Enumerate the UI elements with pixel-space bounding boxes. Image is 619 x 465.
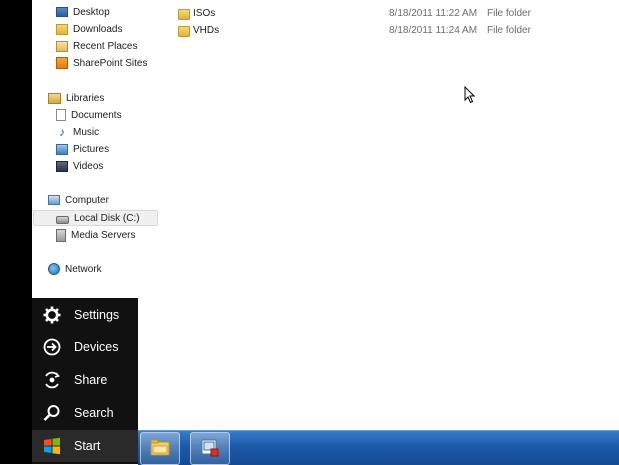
nav-item-pictures[interactable]: Pictures [56, 142, 109, 158]
file-type: File folder [487, 8, 531, 19]
nav-item-network[interactable]: Network [48, 262, 102, 278]
file-row[interactable]: ISOs 8/18/2011 11:22 AM File folder [178, 6, 558, 22]
charm-search[interactable]: Search [32, 397, 138, 429]
charm-share[interactable]: Share [32, 364, 138, 396]
mouse-cursor-icon [464, 86, 476, 104]
videos-icon [56, 160, 68, 172]
documents-icon [56, 109, 66, 121]
gear-icon [43, 306, 61, 324]
file-row[interactable]: VHDs 8/18/2011 11:24 AM File folder [178, 23, 558, 39]
search-icon [43, 405, 60, 421]
charm-settings[interactable]: Settings [32, 299, 138, 331]
remote-desktop-icon [201, 439, 219, 457]
network-icon [48, 263, 60, 275]
charm-start[interactable]: Start [32, 430, 138, 462]
taskbar-explorer-button[interactable] [140, 432, 180, 465]
file-name: VHDs [193, 25, 220, 36]
nav-item-recent-places[interactable]: Recent Places [56, 39, 137, 55]
downloads-folder-icon [56, 23, 68, 35]
share-icon [45, 371, 60, 389]
nav-item-videos[interactable]: Videos [56, 159, 103, 175]
hard-disk-icon [56, 216, 69, 224]
taskbar [138, 430, 619, 465]
folder-icon [178, 26, 190, 37]
nav-item-sharepoint-sites[interactable]: SharePoint Sites [56, 56, 148, 72]
taskbar-remote-desktop-button[interactable] [190, 432, 230, 465]
nav-item-desktop[interactable]: Desktop [56, 5, 110, 21]
nav-item-downloads[interactable]: Downloads [56, 22, 122, 38]
file-date: 8/18/2011 11:24 AM [389, 25, 478, 36]
left-screen-edge [0, 0, 32, 464]
nav-item-local-disk[interactable]: Local Disk (C:) [33, 210, 158, 226]
nav-item-media-servers[interactable]: Media Servers [56, 228, 135, 244]
folder-icon [178, 9, 190, 20]
devices-icon [43, 338, 61, 356]
pictures-icon [56, 143, 68, 155]
file-explorer-icon [150, 439, 170, 456]
nav-item-documents[interactable]: Documents [56, 108, 122, 124]
libraries-icon [48, 92, 61, 104]
nav-item-music[interactable]: ♪ Music [56, 125, 99, 141]
file-type: File folder [487, 25, 531, 36]
nav-item-libraries[interactable]: Libraries [48, 91, 104, 107]
charm-devices[interactable]: Devices [32, 331, 138, 363]
media-server-icon [56, 228, 66, 242]
music-note-icon: ♪ [59, 125, 65, 139]
computer-icon [48, 195, 60, 205]
desktop-icon [56, 7, 68, 17]
sharepoint-icon [56, 57, 68, 69]
file-name: ISOs [193, 8, 216, 19]
recent-places-icon [56, 40, 68, 52]
nav-item-computer[interactable]: Computer [48, 193, 109, 209]
file-date: 8/18/2011 11:22 AM [389, 8, 478, 19]
charm-bar: Settings Devices Share Search Start [32, 298, 138, 464]
windows-logo-icon [44, 437, 60, 455]
